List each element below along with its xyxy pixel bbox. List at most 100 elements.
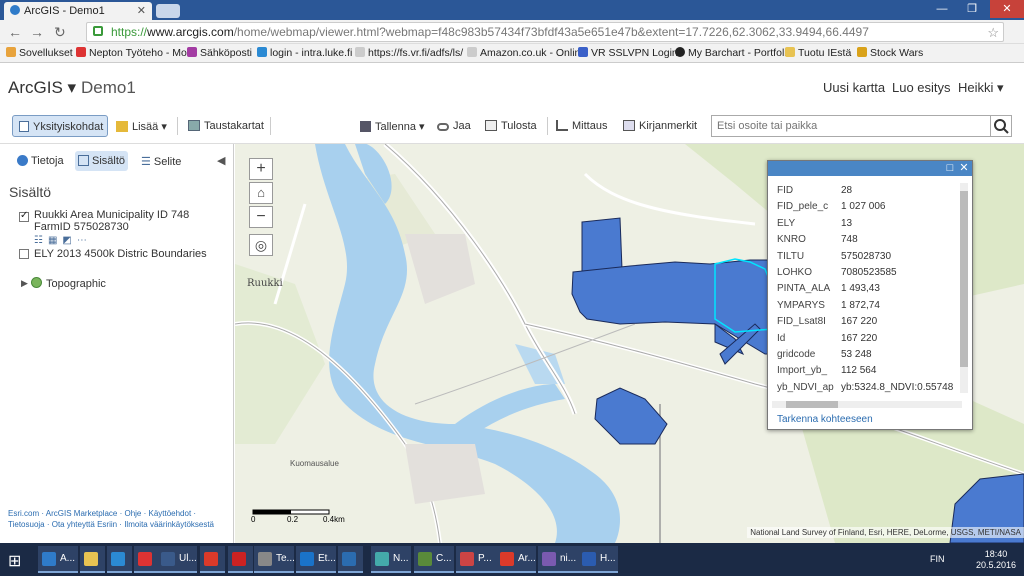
tab-contents[interactable]: Sisältö	[75, 151, 129, 171]
home-button[interactable]: ⌂	[249, 182, 273, 204]
close-popup-icon[interactable]: ✕	[958, 162, 970, 174]
layer-visibility-checkbox[interactable]	[19, 210, 29, 222]
windows-start-icon[interactable]: ⊞	[8, 551, 21, 571]
bookmarks-button[interactable]: Kirjanmerkit	[619, 115, 701, 137]
taskbar-app-button[interactable]	[228, 546, 253, 573]
forward-icon[interactable]: →	[30, 24, 44, 40]
close-window-icon[interactable]: ✕	[990, 0, 1024, 18]
bookmark-label: Sovellukset	[19, 47, 73, 59]
arcgis-menu[interactable]: ArcGIS ▾	[8, 78, 76, 98]
popup-horizontal-scrollbar[interactable]	[772, 401, 962, 408]
zoom-out-button[interactable]: −	[249, 206, 273, 228]
taskbar-app-button[interactable]: Ar...	[496, 546, 536, 573]
taskbar-app-button[interactable]: Et...	[296, 546, 336, 573]
bookmark-star-icon[interactable]: ☆	[987, 25, 999, 41]
user-menu[interactable]: Heikki ▾	[958, 80, 1004, 96]
tab-legend-label: Selite	[153, 156, 182, 168]
measure-button[interactable]: Mittaus	[552, 115, 611, 137]
taskbar-app-button[interactable]	[200, 546, 225, 573]
language-indicator[interactable]: FIN	[930, 554, 945, 564]
basemap-grid-icon	[188, 120, 200, 131]
layer-item[interactable]: Ruukki Area Municipality ID 748 FarmID 5…	[34, 209, 189, 246]
taskbar-app-button[interactable]: P...	[456, 546, 496, 573]
save-button[interactable]: Tallenna ▾	[356, 115, 429, 137]
close-tab-icon[interactable]: ✕	[137, 4, 146, 17]
attribute-value: 28	[841, 185, 853, 196]
attribute-row: LOHKO 7080523585	[777, 267, 963, 283]
details-button[interactable]: Yksityiskohdat	[12, 115, 109, 137]
taskbar-app-button[interactable]	[134, 546, 159, 573]
bookmark-item[interactable]: Sähköposti	[187, 47, 252, 59]
bookmark-item[interactable]: My Barchart - Portfolio	[675, 47, 792, 59]
layer-actions[interactable]: ☷▦◩⋯	[34, 235, 189, 246]
tab-legend[interactable]: ☰ Selite	[138, 151, 184, 171]
bookmarks-label: Kirjanmerkit	[639, 120, 698, 132]
layer-visibility-checkbox[interactable]	[19, 249, 29, 259]
bookmark-item[interactable]: Nepton Työteho - Mo	[76, 47, 187, 59]
attribute-row: FID 28	[777, 185, 963, 201]
search-input[interactable]	[711, 115, 991, 137]
taskbar-app-button[interactable]: N...	[371, 546, 411, 573]
lock-icon	[93, 26, 103, 36]
scale-end: 0.4km	[323, 515, 345, 524]
attribute-key: ELY	[777, 217, 796, 229]
app-icon	[300, 552, 314, 566]
ruukki-label: Ruukki	[247, 278, 283, 289]
locate-button[interactable]: ◎	[249, 234, 273, 256]
clock[interactable]: 18:40 20.5.2016	[976, 549, 1016, 571]
bookmark-folder[interactable]: Tuotu IEstä	[785, 47, 851, 59]
zoom-to-link[interactable]: Tarkenna kohteeseen	[777, 414, 873, 425]
address-bar[interactable]: https://www.arcgis.com/home/webmap/viewe…	[86, 22, 1004, 42]
bookmark-item[interactable]: login - intra.luke.fi	[257, 47, 352, 59]
basemap-name: Topographic	[46, 278, 106, 290]
maximize-icon[interactable]: ❐	[958, 0, 986, 18]
collapse-panel-icon[interactable]: ◀	[217, 154, 225, 167]
browser-toolbar: ← → ↻ https://www.arcgis.com/home/webmap…	[0, 20, 1024, 44]
taskbar-app-label: H...	[600, 553, 616, 564]
taskbar-app-button[interactable]: ni...	[538, 546, 578, 573]
taskbar-app-button[interactable]: Ul...	[157, 546, 197, 573]
zoom-in-button[interactable]: +	[249, 158, 273, 180]
back-icon[interactable]: ←	[8, 24, 22, 40]
attribute-key: TILTU	[777, 250, 805, 262]
basemap-item[interactable]: Topographic	[46, 278, 106, 290]
search-icon	[994, 119, 1009, 134]
expand-icon[interactable]: ▶	[21, 278, 28, 289]
share-button[interactable]: Jaa	[433, 115, 475, 137]
bookmark-item[interactable]: Amazon.co.uk - Onlin	[467, 47, 580, 59]
taskbar-app-button[interactable]	[80, 546, 105, 573]
new-map-link[interactable]: Uusi kartta	[823, 80, 885, 95]
add-button[interactable]: Lisää ▾	[112, 115, 171, 137]
search-button[interactable]	[990, 115, 1012, 137]
basemaps-label: Taustakartat	[204, 120, 264, 132]
taskbar-app-button[interactable]: A...	[38, 546, 78, 573]
bookmark-item[interactable]: VR SSLVPN Login	[578, 47, 678, 59]
footer-links[interactable]: Esri.com · ArcGIS Marketplace · Ohje · K…	[8, 508, 226, 530]
reload-icon[interactable]: ↻	[54, 24, 66, 41]
taskbar-app-button[interactable]: C...	[414, 546, 454, 573]
popup-scrollbar[interactable]	[960, 183, 968, 393]
minimize-icon[interactable]: —	[928, 0, 956, 18]
app-icon	[161, 552, 175, 566]
tab-about[interactable]: Tietoja	[14, 151, 67, 171]
attribute-row: YMPARYS 1 872,74	[777, 300, 963, 316]
taskbar-app-button[interactable]	[338, 546, 363, 573]
create-presentation-link[interactable]: Luo esitys	[892, 80, 951, 95]
share-label: Jaa	[453, 120, 471, 132]
taskbar-app-button[interactable]	[107, 546, 132, 573]
bookmark-item[interactable]: Sovellukset	[6, 47, 73, 59]
browser-tab[interactable]: ArcGIS - Demo1 ✕	[4, 2, 152, 20]
app-icon	[375, 552, 389, 566]
maximize-popup-icon[interactable]: □	[944, 162, 956, 174]
bookmark-item[interactable]: https://fs.vr.fi/adfs/ls/	[355, 47, 463, 59]
taskbar-app-button[interactable]: Te...	[254, 546, 294, 573]
bookmark-item[interactable]: Stock Wars	[857, 47, 923, 59]
divider	[177, 117, 178, 135]
app-header: ArcGIS ▾ Demo1 Uusi kartta Luo esitys He…	[0, 63, 1024, 107]
print-button[interactable]: Tulosta	[481, 115, 541, 137]
url-host: www.arcgis.com	[147, 25, 234, 39]
taskbar-app-button[interactable]: H...	[578, 546, 618, 573]
new-tab-button[interactable]	[156, 4, 180, 18]
layer-item[interactable]: ELY 2013 4500k Distric Boundaries	[34, 248, 207, 260]
basemaps-button[interactable]: Taustakartat	[184, 115, 268, 137]
